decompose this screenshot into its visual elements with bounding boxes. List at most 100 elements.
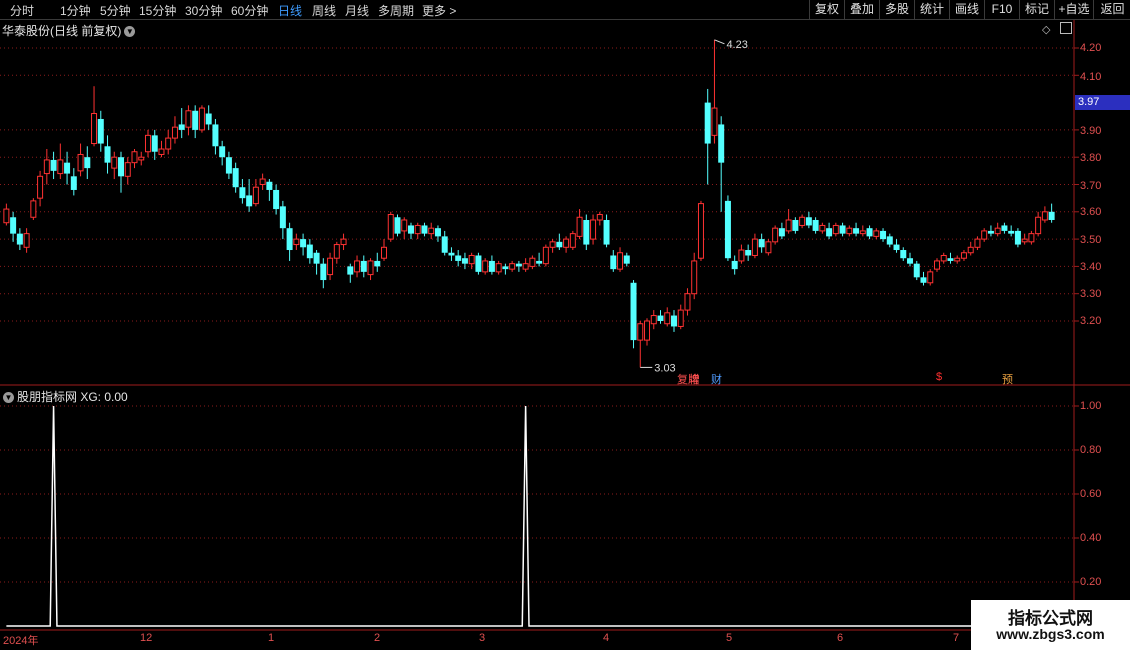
candle-body [1028,233,1035,243]
candle-body [434,228,441,237]
candle-body [596,214,603,221]
candle-body [205,113,212,125]
price-axis-label: 3.90 [1080,125,1102,137]
candle-body [37,175,44,199]
candle-body [940,254,947,262]
candle-body [313,252,320,264]
price-axis-label: 3.40 [1080,261,1102,273]
candle-body [772,227,779,243]
candle-body [165,137,172,150]
candle-body [745,250,752,256]
candle-body [198,107,205,131]
candle-body [738,249,745,262]
candle-body [488,260,495,272]
candle-body [987,230,994,234]
indicator-axis-label: 1.00 [1080,400,1102,412]
candle-body [441,236,448,253]
candle-body [913,263,920,278]
candle-body [866,228,873,237]
candle-body [138,156,145,161]
date-axis-label: 3 [479,632,486,644]
candle-body [610,255,617,270]
price-axis-label: 3.50 [1080,234,1102,246]
date-axis-label: 6 [837,632,844,644]
price-axis-label: 3.70 [1080,180,1102,192]
candle-body [158,148,165,155]
candle-body [751,238,758,256]
candle-body [468,254,475,265]
candle-body [880,230,887,240]
candle-body [50,159,57,171]
candle-body [279,206,286,229]
candle-body [1001,225,1008,231]
candle-body [927,271,934,284]
candle-body [637,323,644,341]
candle-body [192,110,199,130]
candle-body [30,200,37,218]
grid-lines [0,20,1130,631]
xg-series-line [6,405,1052,627]
chart-title[interactable]: 华泰股份(日线 前复权) ▼ [2,22,136,39]
candle-body [306,244,313,259]
candle-body [731,260,738,270]
candle-body [549,241,556,248]
candle-body [839,225,846,234]
diamond-icon[interactable]: ◇ [1042,23,1050,36]
candle-body [10,217,17,234]
candle-body [670,315,677,327]
candle-body [954,257,961,262]
event-dollar[interactable]: $ [936,371,942,383]
candle-body [691,260,698,295]
candle-body [118,157,125,177]
candle-body [657,315,664,321]
candle-body [239,187,246,199]
candle-body [367,260,374,276]
candle-body [893,244,900,251]
candle-body [124,162,131,177]
high-price-label: 4.23 [726,39,747,51]
kline-chart[interactable]: 4.23 3.03 [0,0,1130,650]
candle-body [428,227,435,235]
candle-body [212,124,219,147]
candle-body [812,219,819,231]
candle-body [509,263,516,270]
indicator-axis-label: 0.20 [1080,576,1102,588]
indicator-axis-label: 0.60 [1080,488,1102,500]
candle-body [1014,230,1021,245]
candle-body [947,258,954,261]
candle-body [617,252,624,270]
candle-body [664,312,671,325]
candle-body [853,228,860,234]
candle-body [522,263,529,270]
candle-body [57,159,64,175]
candle-body [171,126,178,139]
layout-icon[interactable] [1060,22,1072,34]
candle-body [711,107,718,136]
candle-body [407,225,414,234]
candle-body [151,135,158,152]
event-financial[interactable]: 财 [711,371,722,387]
candle-body [704,102,711,144]
chevron-down-icon[interactable]: ▼ [124,26,136,38]
indicator-axis-label: 0.40 [1080,532,1102,544]
candle-body [792,219,799,231]
price-axis-label: 3.30 [1080,288,1102,300]
watermark-banner: 指标公式网 www.zbgs3.com [971,600,1130,650]
candle-body [185,110,192,128]
chevron-down-icon[interactable]: ▼ [3,392,14,404]
candle-body [259,178,266,185]
candle-body [677,309,684,327]
indicator-xg-line [6,405,1052,627]
candle-body [461,258,468,264]
candle-body [644,320,651,341]
indicator-axis-label: 0.80 [1080,444,1102,456]
candle-body [448,252,455,256]
candle-body [495,263,502,273]
event-increase[interactable]: 增 [689,371,700,387]
indicator-title[interactable]: ▼ 股朋指标网 XG: 0.00 [3,388,128,405]
candle-body [104,146,111,163]
candle-body [178,124,185,130]
candle-body [981,230,988,240]
candle-body [64,162,71,174]
event-forecast[interactable]: 预 [1002,371,1013,387]
